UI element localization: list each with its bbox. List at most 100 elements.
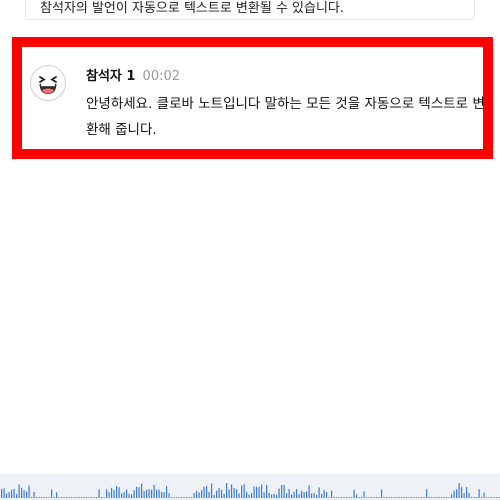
waveform-bar: [448, 497, 450, 498]
waveform-bar: [438, 497, 440, 498]
waveform-bar: [46, 497, 48, 498]
waveform-bar: [408, 497, 410, 498]
waveform-bar: [486, 497, 488, 498]
waveform-bar: [461, 487, 463, 498]
waveform-bar: [88, 497, 90, 498]
waveform-bar: [391, 497, 393, 498]
waveform-bar: [218, 488, 220, 498]
waveform-bar: [371, 497, 373, 498]
waveform-bar: [378, 497, 380, 498]
waveform-bar: [261, 484, 263, 498]
waveform-bar: [56, 492, 58, 498]
waveform-bar: [383, 497, 385, 498]
waveform-bar: [331, 490, 333, 498]
waveform-bar: [363, 491, 365, 498]
waveform-bar: [338, 497, 340, 498]
waveform-bar: [221, 489, 223, 498]
waveform-bar: [168, 493, 170, 498]
speaker-header: 참석자 1 00:02: [86, 65, 180, 84]
waveform-bar: [373, 497, 375, 498]
waveform-bar: [96, 497, 98, 498]
waveform-bar: [138, 487, 140, 498]
waveform-bar: [473, 497, 475, 498]
waveform-bar: [336, 497, 338, 498]
waveform-bar: [298, 494, 300, 498]
waveform-bar: [296, 489, 298, 498]
waveform-bar: [263, 492, 265, 498]
waveform-bar: [16, 494, 18, 498]
transcript-entry[interactable]: 참석자 1 00:02 안녕하세요. 클로바 노트입니다 말하는 모든 것을 자…: [12, 37, 493, 159]
waveform-bar: [361, 497, 363, 498]
waveform-bar: [81, 497, 83, 498]
waveform-bar: [228, 489, 230, 498]
waveform-bar: [163, 492, 165, 498]
waveform-bar: [388, 497, 390, 498]
waveform-bar: [278, 488, 280, 498]
waveform-bar: [241, 485, 243, 498]
waveform-bar: [3, 488, 5, 498]
waveform-bar: [468, 493, 470, 498]
waveform-bar: [303, 492, 305, 498]
waveform-bar: [113, 490, 115, 498]
speaker-name[interactable]: 참석자 1: [86, 69, 135, 84]
waveform-bar: [488, 497, 490, 498]
waveform-bar: [188, 497, 190, 498]
waveform-bar: [356, 494, 358, 498]
waveform-bar: [343, 497, 345, 498]
waveform-bar: [206, 486, 208, 498]
waveform-bar: [191, 497, 193, 498]
waveform-bar: [243, 484, 245, 498]
waveform-bar: [271, 494, 273, 498]
waveform-bar: [131, 494, 133, 498]
waveform-bar: [86, 497, 88, 498]
waveform-bar: [478, 489, 480, 498]
waveform-bar: [93, 497, 95, 498]
waveform-bar: [118, 487, 120, 498]
waveform-bar: [396, 497, 398, 498]
waveform-bar: [211, 483, 213, 498]
waveform-bar: [156, 489, 158, 498]
waveform-bar: [441, 497, 443, 498]
waveform-bar: [466, 486, 468, 498]
waveform-bar: [36, 497, 38, 498]
waveform-bar: [368, 497, 370, 498]
waveform-bar: [13, 488, 15, 498]
audio-waveform[interactable]: [0, 474, 500, 500]
waveform-bar: [38, 497, 40, 498]
waveform-bar: [128, 493, 130, 498]
waveform-bar: [1, 489, 3, 498]
waveform-bar: [341, 497, 343, 498]
waveform-bar: [51, 489, 53, 498]
waveform-bar: [293, 491, 295, 498]
waveform-bar: [381, 489, 383, 498]
waveform-graphic: [1, 483, 500, 498]
waveform-bar: [158, 489, 160, 498]
waveform-bar: [33, 492, 35, 498]
waveform-bar: [446, 497, 448, 498]
waveform-bar: [393, 497, 395, 498]
waveform-bar: [213, 494, 215, 498]
waveform-bar: [256, 486, 258, 498]
waveform-bar: [418, 497, 420, 498]
waveform-bar: [246, 491, 248, 498]
waveform-bar: [233, 488, 235, 498]
timestamp[interactable]: 00:02: [143, 69, 180, 84]
waveform-bar: [26, 491, 28, 498]
waveform-bar: [91, 497, 93, 498]
waveform-bar: [276, 494, 278, 498]
transcript-text[interactable]: 안녕하세요. 클로바 노트입니다 말하는 모든 것을 자동으로 텍스트로 변환해…: [86, 91, 486, 143]
waveform-bar: [286, 493, 288, 498]
waveform-bar: [136, 486, 138, 498]
waveform-bar: [346, 497, 348, 498]
waveform-bar: [458, 483, 460, 498]
waveform-bar: [328, 497, 330, 498]
waveform-bar: [98, 489, 100, 498]
waveform-bar: [196, 490, 198, 498]
waveform-bar: [316, 495, 318, 498]
waveform-bar: [61, 497, 63, 498]
waveform-bar: [123, 492, 125, 498]
previous-transcript-text: 참석자의 발언이 자동으로 텍스트로 변환될 수 있습니다.: [40, 1, 345, 16]
waveform-bar: [63, 497, 65, 498]
waveform-bar: [108, 492, 110, 498]
waveform-bar: [353, 489, 355, 498]
